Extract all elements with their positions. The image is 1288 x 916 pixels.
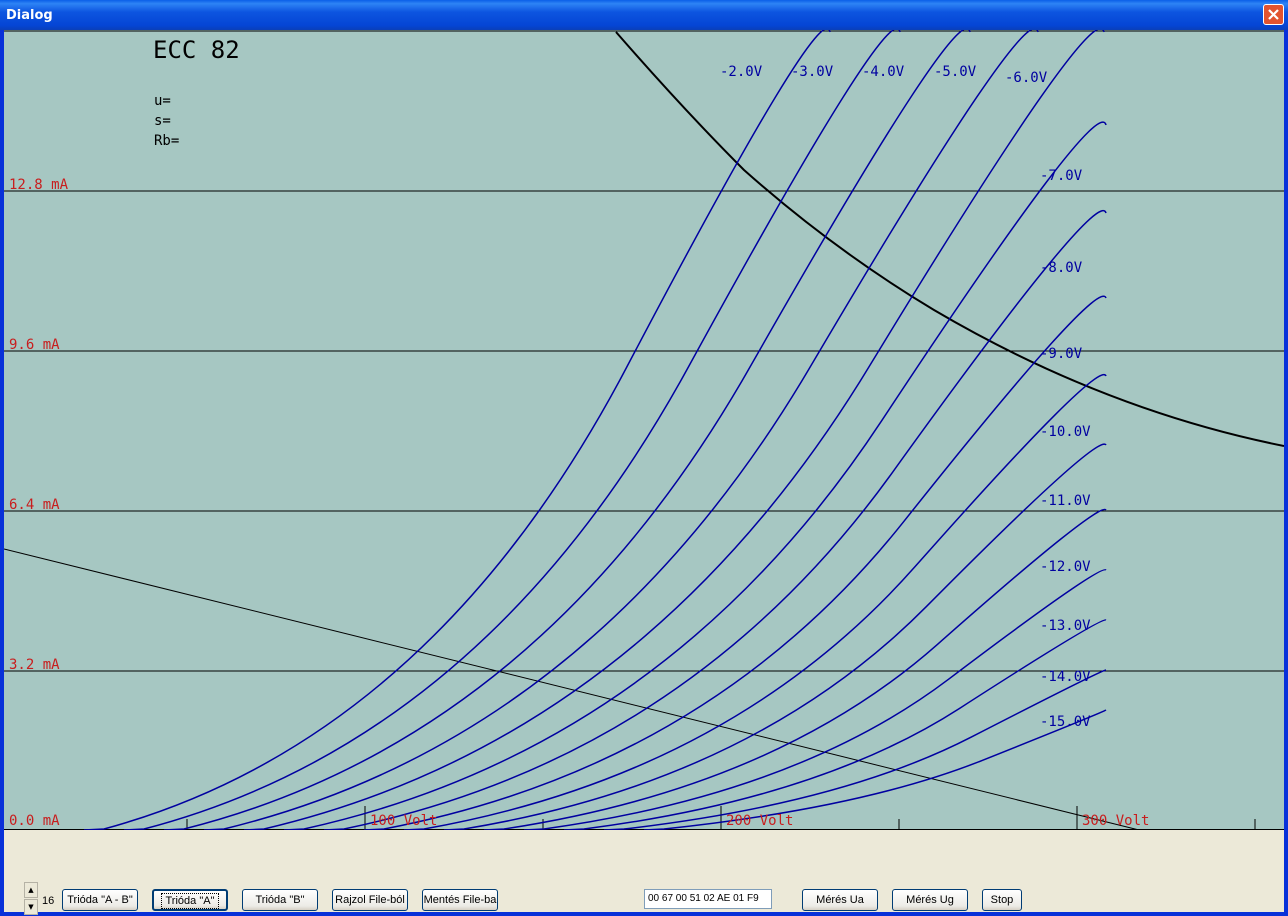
current-label: 0.0 mA	[9, 813, 60, 829]
grid-voltage-label: -3.0V	[791, 64, 834, 80]
dialog-client: ECC 82 u= s= Rb= 12.8 mA 9.6 mA 6.4 mA 3…	[4, 30, 1284, 915]
title-bar[interactable]: Dialog	[0, 0, 1288, 30]
trioda-ab-button[interactable]: Trióda "A - B"	[62, 889, 138, 911]
rajzol-file-label: Rajzol File-ból	[335, 894, 405, 906]
trioda-a-button[interactable]: Trióda "A"	[152, 889, 228, 911]
grid-voltage-label: -12.0V	[1040, 559, 1091, 575]
grid-voltage-label: -4.0V	[862, 64, 905, 80]
close-button[interactable]	[1263, 4, 1284, 25]
trioda-b-button[interactable]: Trióda "B"	[242, 889, 318, 911]
current-label: 12.8 mA	[9, 177, 69, 193]
stop-button[interactable]: Stop	[982, 889, 1022, 911]
plate-curve-plot: ECC 82 u= s= Rb= 12.8 mA 9.6 mA 6.4 mA 3…	[4, 30, 1284, 830]
param-s: s=	[154, 113, 171, 129]
stop-label: Stop	[990, 894, 1014, 906]
spinner-value: 16	[42, 895, 55, 907]
grid-voltage-label: -2.0V	[720, 64, 763, 80]
spin-up-button[interactable]: ▲	[24, 882, 38, 898]
param-u: u=	[154, 93, 171, 109]
control-bar: ▲ ▼ 16 Trióda "A - B" Trióda "A" Trióda …	[4, 830, 1284, 915]
voltage-label: 300 Volt	[1082, 813, 1149, 829]
current-label: 3.2 mA	[9, 657, 60, 673]
grid-voltage-label: -10.0V	[1040, 424, 1091, 440]
hex-data-field[interactable]: 00 67 00 51 02 AE 01 F9	[644, 889, 772, 909]
voltage-label: 200 Volt	[726, 813, 793, 829]
meres-ua-button[interactable]: Mérés Ua	[802, 889, 878, 911]
trioda-b-label: Trióda "B"	[255, 894, 305, 906]
count-spinner[interactable]: ▲ ▼	[24, 882, 38, 916]
current-label: 9.6 mA	[9, 337, 60, 353]
trioda-ab-label: Trióda "A - B"	[67, 894, 133, 906]
mentes-file-label: Mentés File-ba	[423, 894, 497, 906]
dialog-window: Dialog ECC 82 u= s= Rb= 12.8 mA 9.6 mA 6…	[0, 0, 1288, 916]
tube-name: ECC 82	[153, 36, 240, 64]
grid-voltage-label: -8.0V	[1040, 260, 1083, 276]
grid-voltage-label: -14.0V	[1040, 669, 1091, 685]
param-rb: Rb=	[154, 133, 179, 149]
grid-voltage-label: -11.0V	[1040, 493, 1091, 509]
trioda-a-label: Trióda "A"	[160, 893, 220, 909]
current-label: 6.4 mA	[9, 497, 60, 513]
grid-voltage-label: -7.0V	[1040, 168, 1083, 184]
spin-down-button[interactable]: ▼	[24, 899, 38, 915]
window-title: Dialog	[6, 8, 53, 23]
meres-ua-label: Mérés Ua	[816, 894, 864, 906]
grid-voltage-label: -5.0V	[934, 64, 977, 80]
grid-voltage-label: -9.0V	[1040, 346, 1083, 362]
mentes-file-button[interactable]: Mentés File-ba	[422, 889, 498, 911]
rajzol-file-button[interactable]: Rajzol File-ból	[332, 889, 408, 911]
meres-ug-button[interactable]: Mérés Ug	[892, 889, 968, 911]
grid-voltage-label: -13.0V	[1040, 618, 1091, 634]
voltage-label: 100 Volt	[370, 813, 437, 829]
grid-voltage-label: -15.0V	[1040, 714, 1091, 730]
meres-ug-label: Mérés Ug	[906, 894, 954, 906]
close-icon	[1268, 9, 1279, 20]
grid-voltage-label: -6.0V	[1005, 70, 1048, 86]
